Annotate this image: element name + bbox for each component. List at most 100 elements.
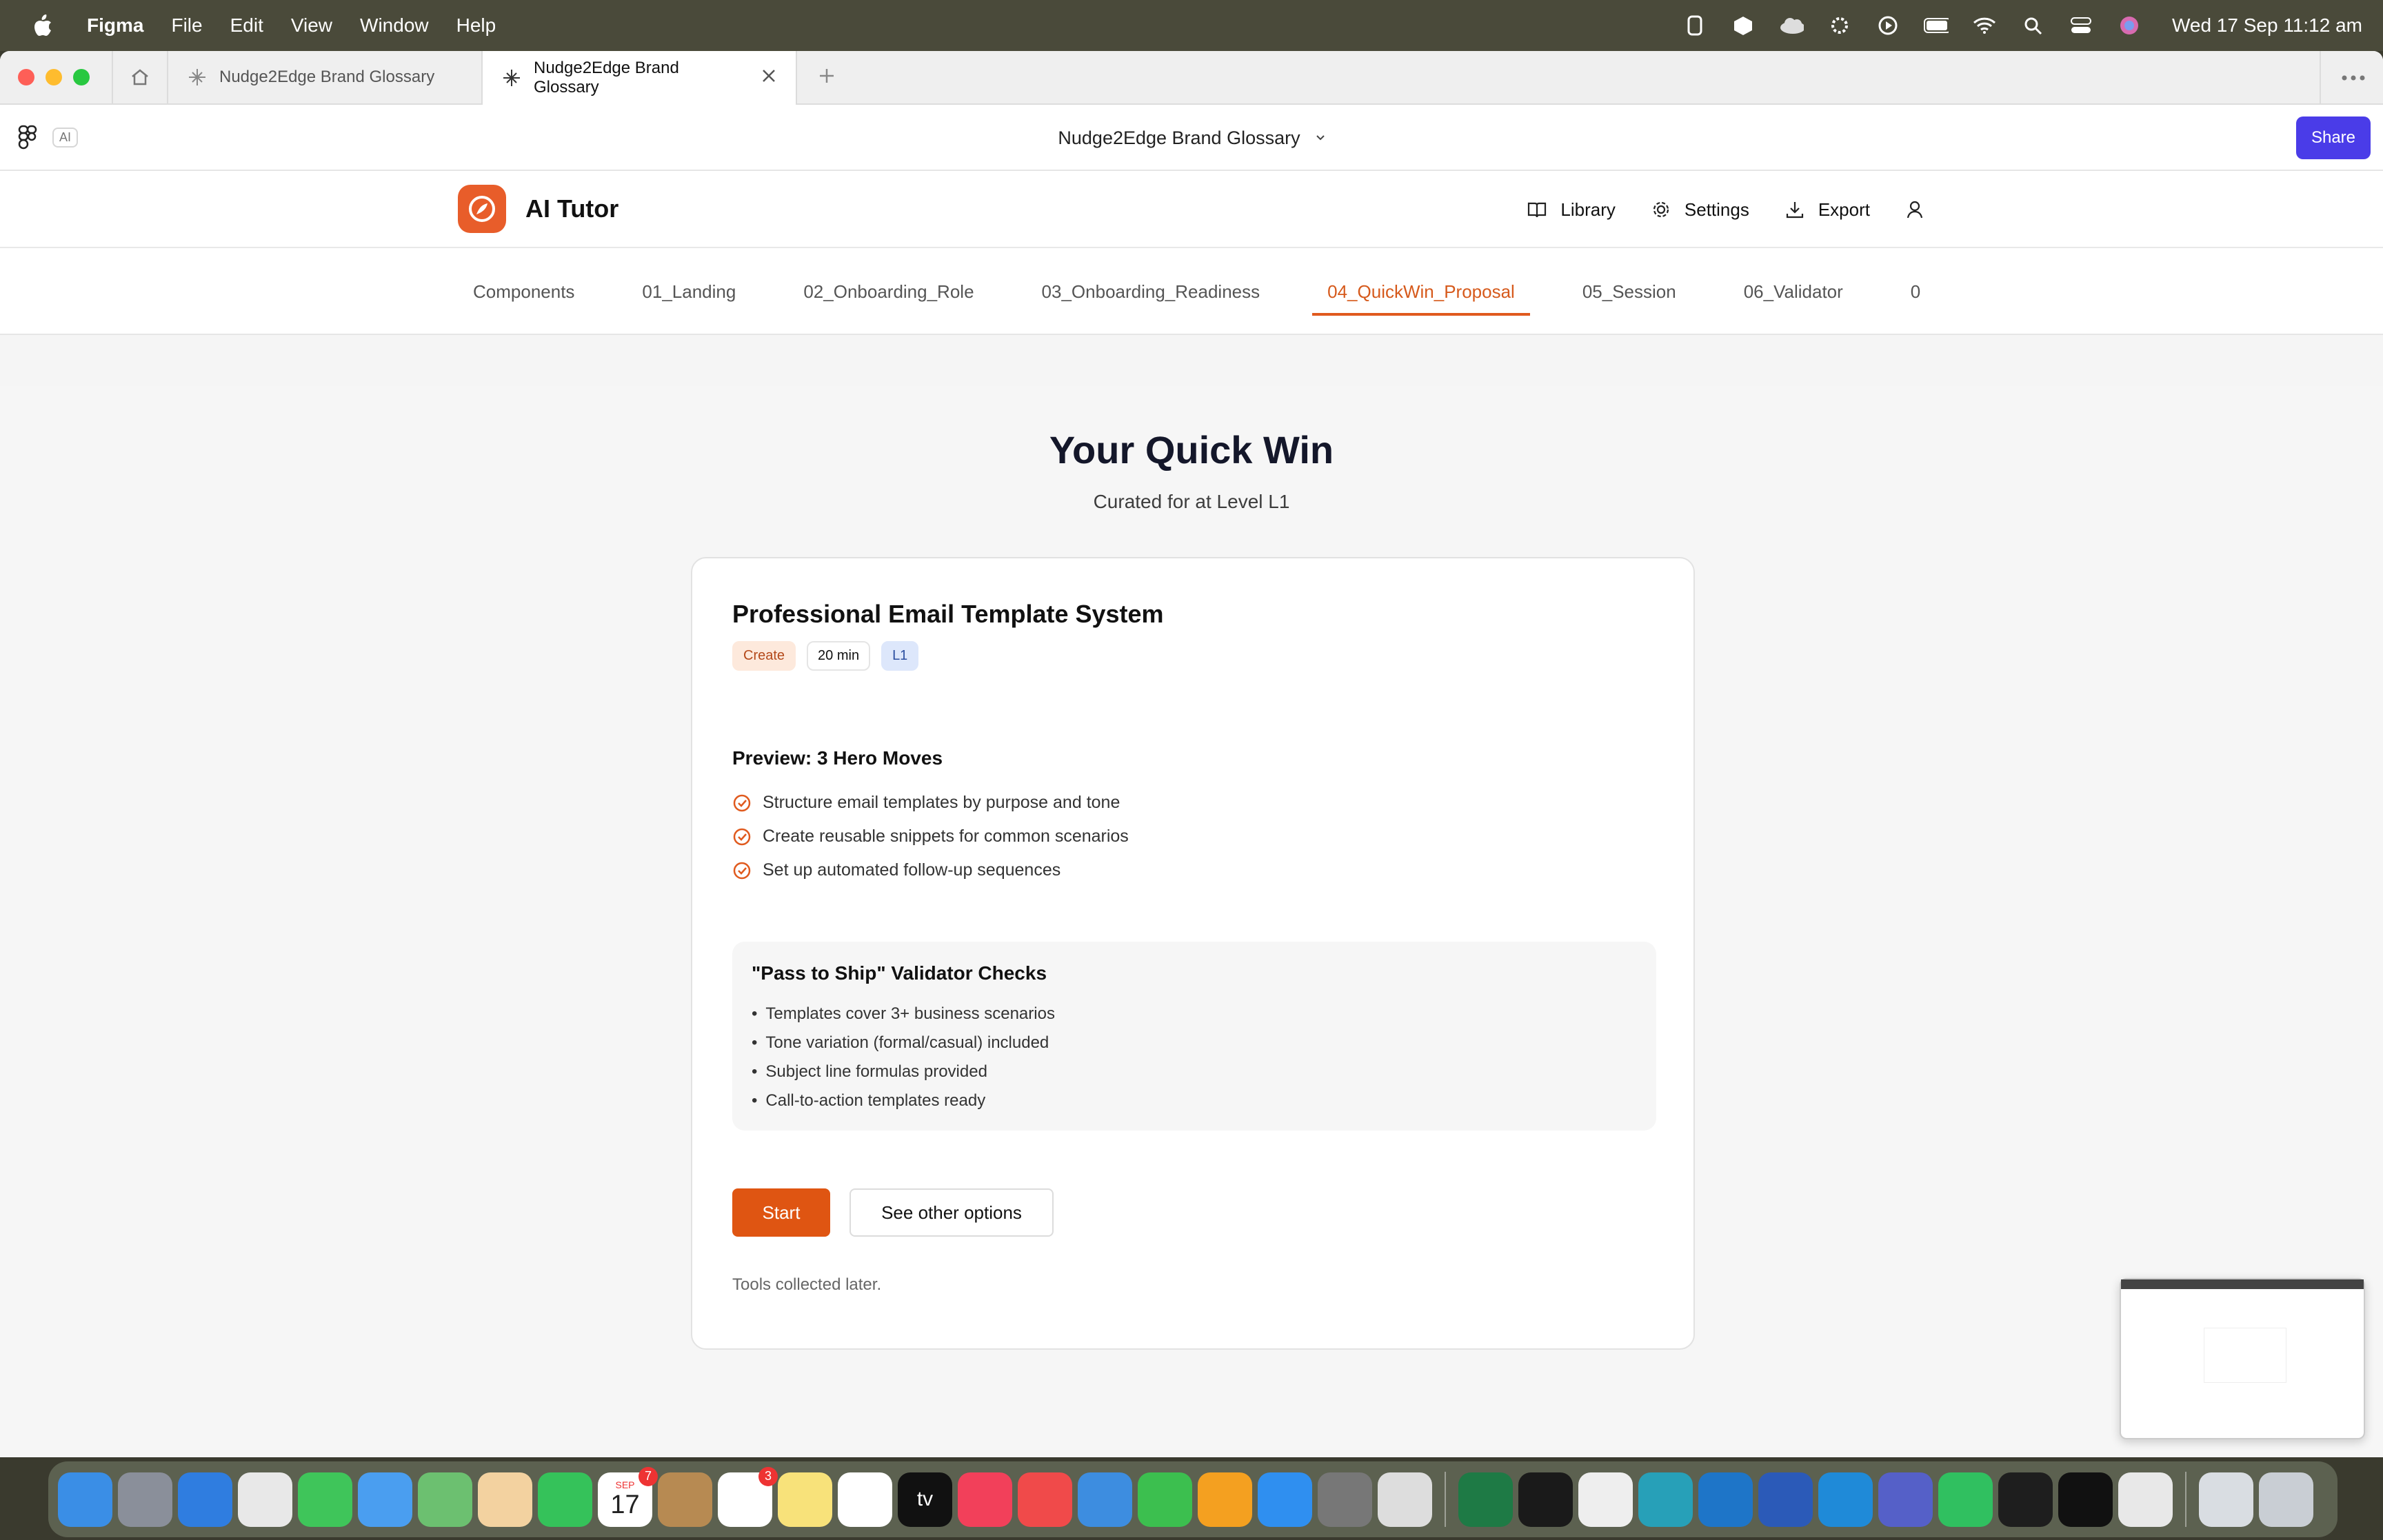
more-icon[interactable]: [2320, 51, 2365, 105]
list-item: Tone variation (formal/casual) included: [752, 1029, 1055, 1057]
menu-window[interactable]: Window: [360, 14, 429, 37]
calendar-month: SEP: [615, 1479, 635, 1490]
move-text: Create reusable snippets for common scen…: [763, 827, 1129, 846]
user-button[interactable]: [1906, 200, 1924, 219]
numbers-icon[interactable]: [1138, 1472, 1192, 1527]
mail-icon[interactable]: [358, 1472, 412, 1527]
passwords-icon[interactable]: [1578, 1472, 1633, 1527]
brand[interactable]: AI Tutor: [458, 185, 619, 233]
calendar-icon[interactable]: SEP 17 7: [598, 1466, 658, 1527]
apple-tv-icon[interactable]: tv: [898, 1472, 952, 1527]
reminders-icon[interactable]: 3: [718, 1466, 778, 1527]
notes-icon[interactable]: [778, 1472, 832, 1527]
list-item: Subject line formulas provided: [752, 1057, 1055, 1086]
siri-icon[interactable]: [2117, 13, 2142, 38]
app-store-icon[interactable]: [1258, 1472, 1312, 1527]
textedit-icon[interactable]: [2118, 1472, 2173, 1527]
menu-help[interactable]: Help: [456, 14, 496, 37]
control-center-icon[interactable]: [2069, 13, 2093, 38]
page-tabs: Components 01_Landing 02_Onboarding_Role…: [0, 248, 2383, 335]
tab-quickwin-proposal[interactable]: 04_QuickWin_Proposal: [1312, 248, 1530, 334]
word-icon[interactable]: [1758, 1472, 1813, 1527]
excel-icon[interactable]: [1458, 1472, 1513, 1527]
vscode-icon[interactable]: [1698, 1472, 1753, 1527]
news-icon[interactable]: [1018, 1472, 1072, 1527]
main-content: Your Quick Win Curated for at Level L1 P…: [0, 386, 2383, 1457]
play-icon[interactable]: [1876, 13, 1900, 38]
quickwin-card: Professional Email Template System Creat…: [691, 557, 1695, 1350]
library-button[interactable]: Library: [1527, 199, 1616, 221]
tab-active[interactable]: Nudge2Edge Brand Glossary: [483, 51, 797, 105]
cube-app-icon[interactable]: [2058, 1472, 2113, 1527]
teams-icon[interactable]: [1878, 1472, 1933, 1527]
tab-session[interactable]: 05_Session: [1567, 248, 1691, 334]
menu-app-name[interactable]: Figma: [87, 14, 143, 37]
settings-button[interactable]: Settings: [1651, 199, 1749, 221]
tab-landing[interactable]: 01_Landing: [627, 248, 751, 334]
macos-menu-bar: Figma File Edit View Window Help Wed 17 …: [0, 0, 2383, 51]
edge-icon[interactable]: [1818, 1472, 1873, 1527]
close-window-button[interactable]: [18, 69, 34, 85]
home-icon[interactable]: [112, 51, 168, 104]
list-item: Templates cover 3+ business scenarios: [752, 1000, 1055, 1029]
close-tab-icon[interactable]: [761, 68, 776, 88]
documents-stack-icon[interactable]: [2199, 1472, 2253, 1527]
finder-icon[interactable]: [58, 1472, 112, 1527]
menu-clock[interactable]: Wed 17 Sep 11:12 am: [2172, 14, 2362, 37]
calendar-badge: 7: [639, 1466, 658, 1486]
user-icon: [1907, 201, 1923, 219]
music-icon[interactable]: [958, 1472, 1012, 1527]
perplexity-icon[interactable]: [1638, 1472, 1693, 1527]
minimize-window-button[interactable]: [46, 69, 62, 85]
figma-app-icon[interactable]: [1998, 1472, 2053, 1527]
iphone-mirroring-icon[interactable]: [1378, 1472, 1432, 1527]
tab-onboarding-readiness[interactable]: 03_Onboarding_Readiness: [1027, 248, 1276, 334]
terminal-icon[interactable]: [1518, 1472, 1573, 1527]
freeform-icon[interactable]: [838, 1472, 892, 1527]
messages-icon[interactable]: [298, 1472, 352, 1527]
export-button[interactable]: Export: [1785, 199, 1870, 221]
figma-status-icon[interactable]: [1682, 13, 1707, 38]
file-title-menu[interactable]: Nudge2Edge Brand Glossary: [0, 105, 2383, 171]
whatsapp-icon[interactable]: [1938, 1472, 1993, 1527]
dock: SEP 17 7 3 tv: [48, 1461, 2337, 1537]
launchpad-icon[interactable]: [118, 1472, 172, 1527]
box-icon[interactable]: [1731, 13, 1756, 38]
new-tab-icon[interactable]: [818, 67, 836, 88]
safari-icon[interactable]: [178, 1472, 232, 1527]
chrome-icon[interactable]: [238, 1472, 292, 1527]
menu-edit[interactable]: Edit: [230, 14, 263, 37]
cloud-icon[interactable]: [1779, 13, 1804, 38]
screenshot-thumbnail[interactable]: [2120, 1278, 2365, 1439]
tab-truncated[interactable]: 0: [1896, 248, 1927, 334]
validator-list: Templates cover 3+ business scenarios To…: [752, 1000, 1055, 1115]
facetime-icon[interactable]: [538, 1472, 592, 1527]
zoom-window-button[interactable]: [73, 69, 90, 85]
search-icon[interactable]: [2020, 13, 2045, 38]
list-item: Create reusable snippets for common scen…: [732, 820, 1129, 853]
system-settings-icon[interactable]: [1318, 1472, 1372, 1527]
wifi-icon[interactable]: [1972, 13, 1997, 38]
tab-validator[interactable]: 06_Validator: [1729, 248, 1858, 334]
calendar-day: 17: [610, 1490, 640, 1519]
gear-status-icon[interactable]: [1827, 13, 1852, 38]
tab-components[interactable]: Components: [458, 248, 590, 334]
contacts-icon[interactable]: [658, 1472, 712, 1527]
tab-inactive[interactable]: Nudge2Edge Brand Glossary: [168, 51, 483, 104]
start-button[interactable]: Start: [732, 1188, 830, 1237]
share-button[interactable]: Share: [2296, 116, 2371, 159]
see-other-options-button[interactable]: See other options: [849, 1188, 1054, 1237]
tab-onboarding-role[interactable]: 02_Onboarding_Role: [788, 248, 989, 334]
keynote-icon[interactable]: [1078, 1472, 1132, 1527]
photos-icon[interactable]: [478, 1472, 532, 1527]
menu-view[interactable]: View: [291, 14, 332, 37]
maps-icon[interactable]: [418, 1472, 472, 1527]
trash-icon[interactable]: [2259, 1472, 2313, 1527]
battery-icon[interactable]: [1923, 13, 1949, 38]
menu-file[interactable]: File: [171, 14, 202, 37]
apple-icon[interactable]: [23, 10, 62, 41]
pages-icon[interactable]: [1198, 1472, 1252, 1527]
window-controls: [18, 69, 90, 85]
move-text: Structure email templates by purpose and…: [763, 793, 1120, 812]
preview-title: Preview: 3 Hero Moves: [732, 747, 943, 769]
